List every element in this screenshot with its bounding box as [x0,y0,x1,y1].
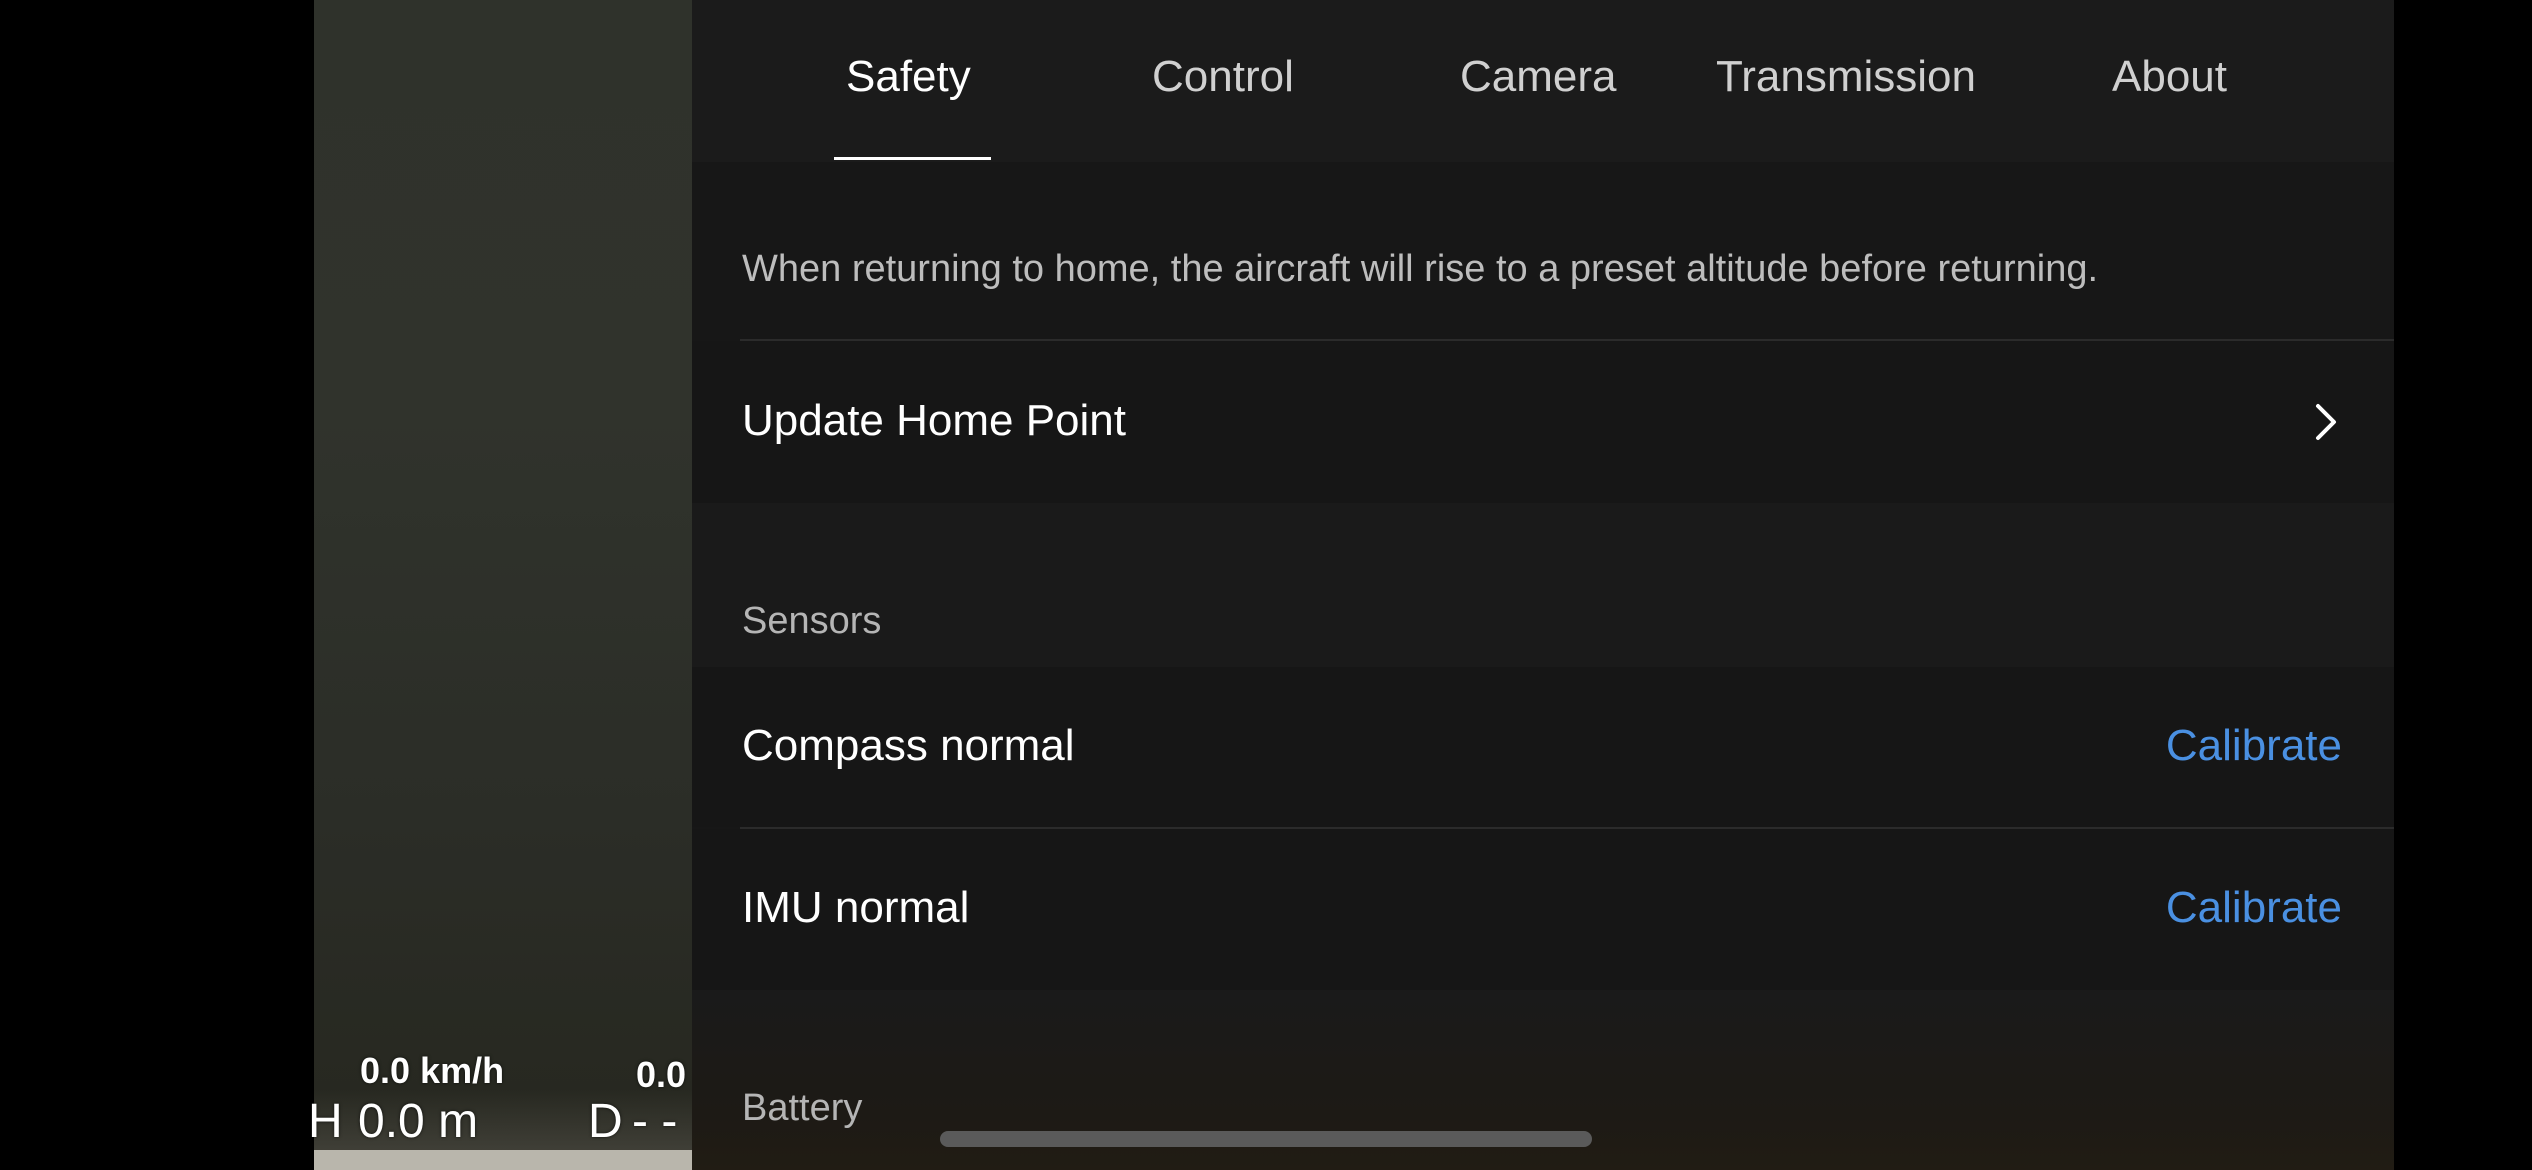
compass-calibrate-button[interactable]: Calibrate [2166,721,2342,771]
imu-status-label: IMU normal [742,883,970,932]
sensors-section-title: Sensors [742,600,882,642]
tab-camera[interactable]: Camera [1460,52,1617,102]
imu-calibrate-button[interactable]: Calibrate [2166,883,2342,933]
active-tab-indicator [834,157,991,160]
sensors-section-header: Sensors [692,503,2394,667]
update-home-point-label: Update Home Point [742,396,1126,445]
update-home-point-row[interactable]: Update Home Point [692,341,2394,503]
height-prefix: H [308,1095,343,1148]
imu-row: IMU normal Calibrate [692,829,2394,990]
screen: 0.0 km/h 0.0 H 0.0 m D - - Safety Contro… [0,0,2532,1170]
rth-description: When returning to home, the aircraft wil… [742,248,2099,290]
tab-safety[interactable]: Safety [846,52,971,102]
speed-readout: 0.0 km/h [360,1050,505,1091]
chevron-right-icon [2316,404,2336,440]
distance-prefix: D [588,1095,623,1148]
tab-transmission[interactable]: Transmission [1716,52,1976,102]
tab-about[interactable]: About [2112,52,2227,102]
settings-panel: Safety Control Camera Transmission About… [692,0,2394,1170]
camera-ground [314,1150,692,1170]
vertical-speed-readout: 0.0 [636,1054,687,1095]
compass-row: Compass normal Calibrate [692,667,2394,827]
tab-control[interactable]: Control [1152,52,1294,102]
compass-status-label: Compass normal [742,721,1075,770]
camera-feed [314,0,692,1170]
home-indicator-bar[interactable] [940,1131,1592,1147]
height-readout: 0.0 m [358,1095,479,1148]
settings-tabs: Safety Control Camera Transmission About [692,0,2394,162]
distance-readout: - - [632,1095,678,1148]
battery-section-title: Battery [742,1087,863,1129]
